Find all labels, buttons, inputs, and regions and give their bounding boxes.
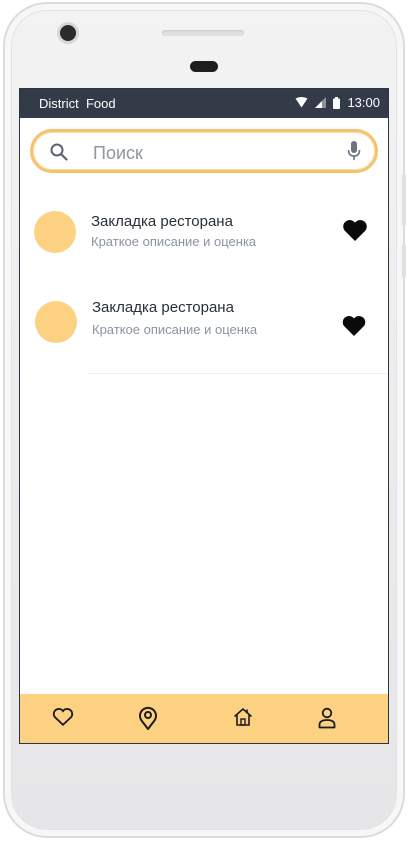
- signal-icon: [315, 97, 327, 108]
- favorite-heart-icon[interactable]: [342, 219, 368, 241]
- search-input[interactable]: [91, 140, 325, 166]
- wifi-icon: [295, 97, 308, 108]
- app-name: District Food: [39, 96, 116, 111]
- bottom-navigation: [20, 694, 388, 743]
- bookmark-title: Закладка ресторана: [91, 213, 233, 230]
- location-pin-icon[interactable]: [138, 706, 158, 730]
- volume-button: [402, 174, 406, 226]
- bookmark-title: Закладка ресторана: [92, 299, 234, 316]
- bookmark-subtitle: Краткое описание и оценка: [91, 234, 257, 249]
- battery-icon: [333, 96, 341, 109]
- search-icon[interactable]: [50, 143, 68, 161]
- microphone-icon[interactable]: [347, 141, 361, 161]
- front-camera: [60, 25, 76, 41]
- status-bar: District Food 13:00: [20, 89, 388, 118]
- earpiece-speaker: [162, 30, 244, 36]
- profile-icon[interactable]: [318, 707, 336, 729]
- status-indicators: 13:00: [295, 95, 380, 110]
- power-button: [402, 244, 406, 278]
- heart-icon[interactable]: [52, 707, 74, 727]
- favorite-heart-icon[interactable]: [342, 315, 366, 336]
- bookmark-subtitle: Краткое описание и оценка: [92, 322, 258, 337]
- restaurant-avatar: [35, 301, 77, 343]
- home-icon[interactable]: [233, 707, 253, 727]
- restaurant-avatar: [34, 211, 76, 253]
- status-time: 13:00: [347, 95, 380, 110]
- bookmark-item[interactable]: Закладка ресторана Краткое описание и оц…: [20, 289, 388, 374]
- app-screen: District Food 13:00 Закладка ресторана К…: [19, 88, 389, 744]
- search-bar[interactable]: [30, 129, 378, 173]
- proximity-sensor: [190, 61, 218, 72]
- bookmark-item[interactable]: Закладка ресторана Краткое описание и оц…: [20, 197, 388, 267]
- list-divider: [88, 373, 388, 374]
